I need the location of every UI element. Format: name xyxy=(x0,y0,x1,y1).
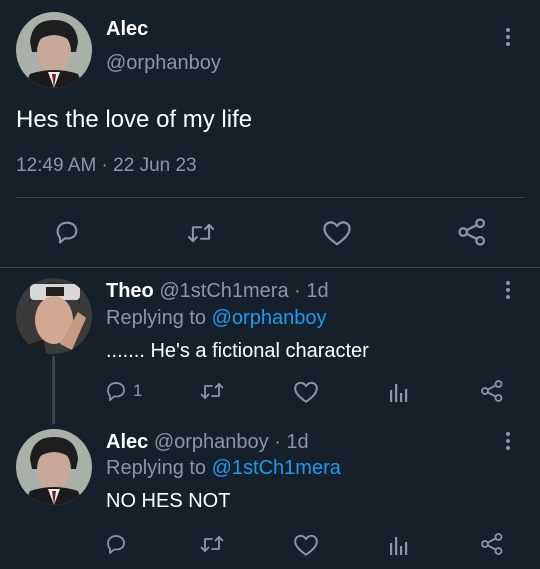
author-name[interactable]: Alec xyxy=(106,18,148,41)
replying-to: Replying to @orphanboy xyxy=(106,307,326,330)
analytics-icon[interactable] xyxy=(386,533,410,557)
avatar-alec[interactable] xyxy=(16,429,92,505)
retweet-icon[interactable] xyxy=(199,379,225,403)
replying-to-label: Replying to xyxy=(106,457,207,479)
more-icon[interactable] xyxy=(506,281,510,299)
retweet-icon[interactable] xyxy=(199,532,225,556)
reply-text: ....... He's a fictional character xyxy=(106,340,369,362)
thread-line xyxy=(52,356,55,424)
author-name[interactable]: Alec xyxy=(106,431,148,453)
reply-text: NO HES NOT xyxy=(106,490,231,512)
avatar-alec[interactable] xyxy=(16,12,92,88)
share-icon[interactable] xyxy=(480,532,504,556)
reply-count: 1 xyxy=(133,381,143,400)
like-icon[interactable] xyxy=(322,219,352,247)
more-icon[interactable] xyxy=(506,28,510,46)
divider xyxy=(0,267,540,268)
more-icon[interactable] xyxy=(506,432,510,450)
replying-to-label: Replying to xyxy=(106,307,207,329)
author-handle-meta[interactable]: @orphanboy · 1d xyxy=(154,431,309,453)
tweet-timestamp[interactable]: 12:49 AM · 22 Jun 23 xyxy=(16,155,197,177)
author-handle[interactable]: @orphanboy xyxy=(106,52,221,75)
reply-header: Alec @orphanboy · 1d xyxy=(106,431,309,454)
author-handle-meta[interactable]: @1stCh1mera · 1d xyxy=(159,280,328,302)
reply-header: Theo @1stCh1mera · 1d xyxy=(106,280,329,303)
author-name[interactable]: Theo xyxy=(106,280,154,302)
divider xyxy=(16,197,525,198)
retweet-icon[interactable] xyxy=(186,219,216,247)
reply-icon[interactable] xyxy=(53,218,81,246)
like-icon[interactable] xyxy=(293,380,319,404)
reply-icon[interactable] xyxy=(104,532,128,556)
avatar-theo[interactable] xyxy=(16,278,92,354)
reply-icon[interactable] xyxy=(104,379,128,403)
replying-to-link[interactable]: @1stCh1mera xyxy=(212,457,341,479)
analytics-icon[interactable] xyxy=(386,380,410,404)
like-icon[interactable] xyxy=(293,533,319,557)
replying-to: Replying to @1stCh1mera xyxy=(106,457,341,480)
replying-to-link[interactable]: @orphanboy xyxy=(212,307,327,329)
share-icon[interactable] xyxy=(480,379,504,403)
tweet-text: Hes the love of my life xyxy=(16,106,253,133)
share-icon[interactable] xyxy=(457,217,487,247)
